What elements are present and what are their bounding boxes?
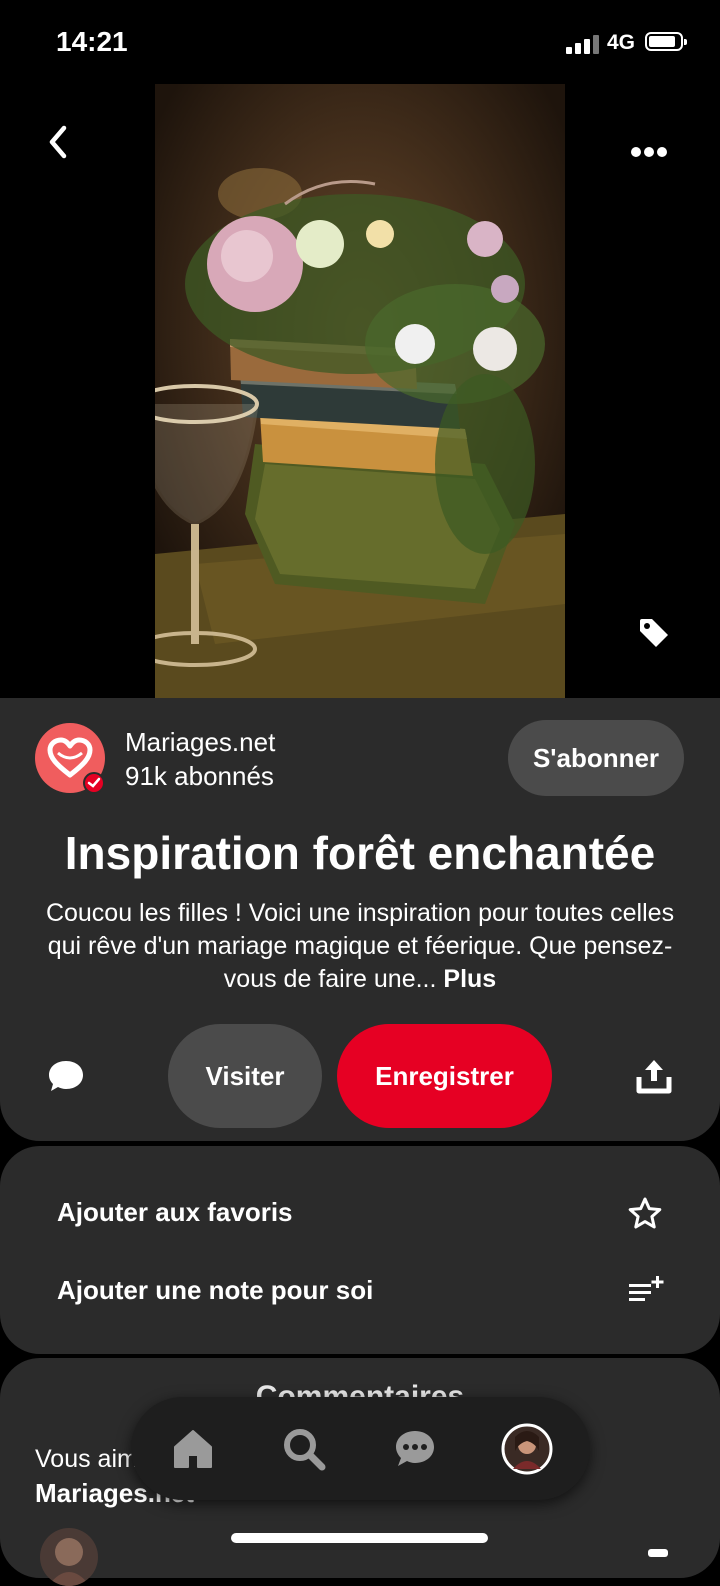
status-time: 14:21: [56, 26, 128, 57]
bottom-nav-bar: [131, 1397, 590, 1500]
profile-avatar: [501, 1423, 553, 1474]
product-tag-button[interactable]: [636, 615, 672, 651]
verified-badge-icon: [83, 772, 105, 794]
pin-image-illustration: [155, 84, 565, 700]
battery-icon: [645, 32, 687, 51]
comment-user-avatar[interactable]: [40, 1528, 98, 1586]
visit-button[interactable]: Visiter: [168, 1024, 322, 1128]
chevron-left-icon: [49, 125, 67, 159]
more-horizontal-icon: [631, 147, 667, 157]
options-card: [0, 1146, 720, 1354]
search-icon: [284, 1428, 326, 1470]
share-upload-icon: [636, 1060, 672, 1094]
back-button[interactable]: [40, 122, 80, 162]
save-button[interactable]: Enregistrer: [337, 1024, 552, 1128]
speech-bubble-icon: [49, 1061, 83, 1091]
tag-icon: [640, 619, 668, 647]
add-to-favorites-option[interactable]: Ajouter aux favoris: [57, 1197, 293, 1228]
comment-prompt: Vous aimez ce Pin ?: [35, 1445, 145, 1473]
add-note-option[interactable]: Ajouter une note pour soi: [57, 1275, 373, 1306]
nav-home[interactable]: [163, 1397, 223, 1500]
pin-description: Coucou les filles ! Voici une inspiratio…: [30, 897, 690, 996]
messages-icon: [396, 1430, 434, 1466]
follow-button[interactable]: S'abonner: [508, 720, 684, 796]
pin-image[interactable]: [155, 84, 565, 700]
more-options-button[interactable]: [626, 140, 672, 164]
comment-button[interactable]: [46, 1058, 86, 1094]
comment-action-icon[interactable]: [648, 1549, 668, 1557]
publisher-name[interactable]: Mariages.net: [125, 727, 275, 758]
home-icon: [174, 1429, 212, 1468]
status-bar: 14:21 4G: [0, 0, 720, 84]
publisher-followers: 91k abonnés: [125, 761, 274, 791]
pin-title: Inspiration forêt enchantée: [64, 827, 656, 879]
note-add-icon[interactable]: [627, 1274, 665, 1304]
nav-search[interactable]: [274, 1397, 334, 1500]
show-more-link[interactable]: Plus: [443, 965, 496, 993]
network-type: 4G: [607, 31, 636, 54]
nav-profile[interactable]: [497, 1397, 557, 1500]
signal-icon: [566, 34, 600, 54]
nav-messages[interactable]: [385, 1397, 445, 1500]
star-icon[interactable]: [627, 1196, 663, 1230]
home-indicator: [231, 1533, 488, 1543]
share-button[interactable]: [634, 1057, 674, 1095]
pin-description-text: Coucou les filles ! Voici une inspiratio…: [45, 899, 675, 993]
